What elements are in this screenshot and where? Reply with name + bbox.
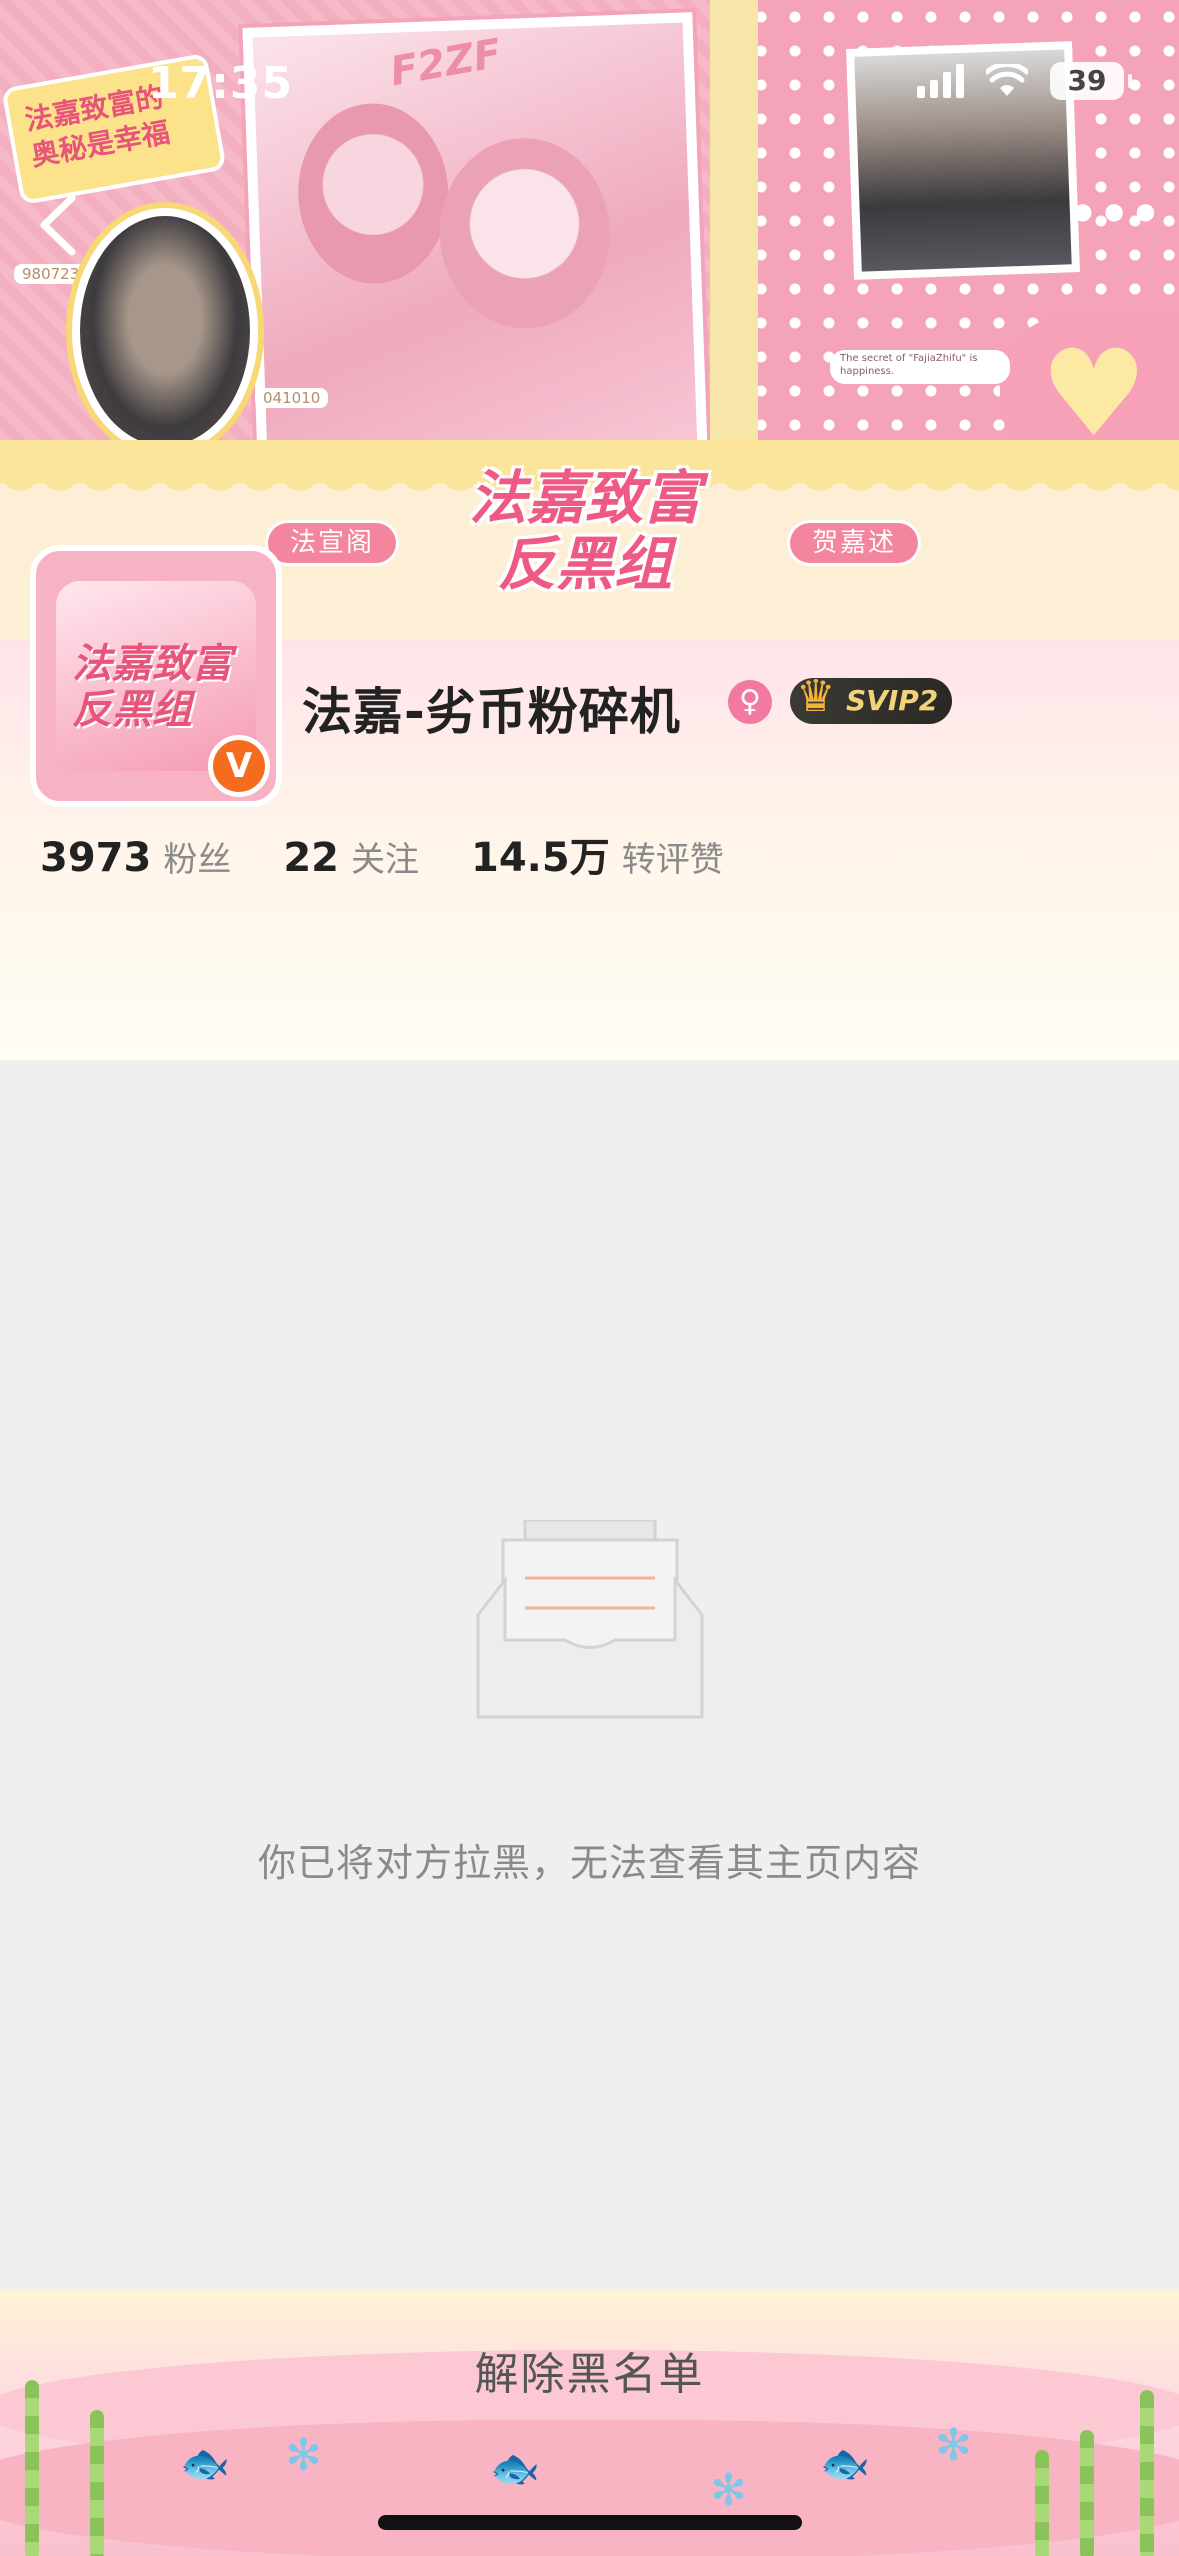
username: 法嘉-劣币粉碎机: [302, 683, 681, 741]
banner-pill-right: 贺嘉述: [790, 523, 919, 563]
banner-number-tag: 041010: [255, 388, 329, 408]
status-time: 17:35: [148, 58, 294, 109]
photo-figure: [436, 135, 614, 332]
following-label[interactable]: 关注: [351, 832, 419, 881]
blocked-message: 你已将对方拉黑，无法查看其主页内容: [257, 1841, 921, 1885]
fish-icon: 🐟: [820, 2441, 870, 2487]
likes-label: 转评赞: [621, 840, 724, 880]
svip-badge[interactable]: SVIP2: [790, 674, 953, 724]
status-indicators: 39: [917, 58, 1132, 104]
more-options-icon[interactable]: •••: [1065, 185, 1163, 265]
profile-stats: 3973 粉丝 22 关注 14.5万 转评赞: [40, 825, 776, 883]
seaweed-decoration: [90, 2410, 104, 2556]
banner-title: 法嘉致富 反黑组: [468, 464, 701, 598]
avatar-text: 法嘉致富 反黑组: [72, 641, 232, 733]
seaweed-decoration: [1080, 2430, 1094, 2556]
banner-caption: The secret of "FajiaZhifu" is happiness.: [830, 350, 1010, 384]
followers-count[interactable]: 3973: [40, 835, 151, 881]
back-icon[interactable]: [30, 190, 90, 260]
starfish-icon: ✻: [710, 2465, 747, 2516]
following-count[interactable]: 22: [283, 835, 339, 881]
banner-pill-left: 法宣阁: [268, 523, 397, 563]
photo-figure: [295, 100, 452, 287]
likes-count: 14.5万: [471, 835, 610, 881]
cellular-signal-icon: [917, 64, 964, 98]
followers-label[interactable]: 粉丝: [163, 832, 231, 881]
banner-oval-photo: [72, 208, 258, 454]
unblock-button[interactable]: 解除黑名单: [0, 2320, 1179, 2430]
banner-strip: [710, 0, 758, 440]
female-gender-icon: ♀: [728, 680, 772, 724]
verified-badge-icon: V: [208, 735, 270, 797]
empty-box-icon: [476, 1520, 704, 1719]
fish-icon: 🐟: [490, 2446, 540, 2492]
starfish-icon: ✻: [285, 2430, 322, 2481]
seaweed-decoration: [1035, 2450, 1049, 2556]
battery-icon: 39: [1050, 62, 1132, 100]
banner-number-tag: 980723: [14, 264, 88, 284]
wifi-icon: [986, 64, 1028, 96]
home-indicator[interactable]: [378, 2515, 802, 2530]
fish-icon: 🐟: [180, 2441, 230, 2487]
